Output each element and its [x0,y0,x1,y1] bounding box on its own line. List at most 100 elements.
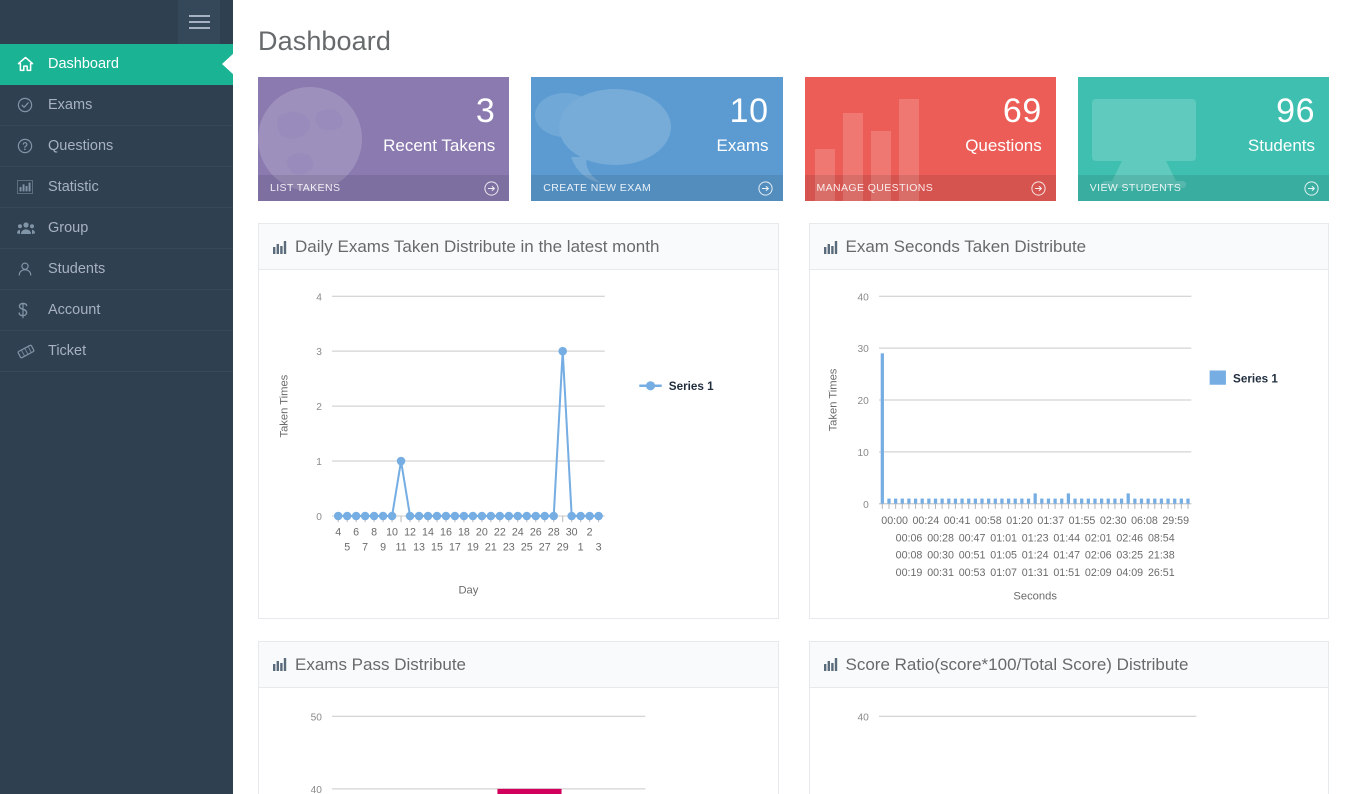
card-figures: 96 Students [1248,94,1315,154]
sidebar-item-statistic[interactable]: Statistic [0,167,233,208]
svg-text:01:05: 01:05 [990,550,1017,562]
svg-text:01:24: 01:24 [1021,550,1048,562]
card-action-bar[interactable]: LIST TAKENS [258,175,510,201]
panel-body: 304050Times [259,688,778,794]
svg-text:02:46: 02:46 [1116,532,1143,544]
sidebar-item-ticket[interactable]: Ticket [0,331,233,372]
stat-card-exams[interactable]: 10 Exams CREATE NEW EXAM [531,77,783,201]
daily-exams-plot: 0123445678910111213141516171819202122232… [278,292,714,596]
panel-header: Daily Exams Taken Distribute in the late… [259,224,778,270]
svg-text:7: 7 [362,542,368,554]
dollar-icon [17,302,43,319]
sidebar-item-questions[interactable]: Questions [0,126,233,167]
svg-text:50: 50 [311,712,323,723]
svg-text:06:08: 06:08 [1131,515,1158,527]
svg-text:00:58: 00:58 [974,515,1001,527]
bar-chart-icon [823,240,838,254]
card-action-bar[interactable]: MANAGE QUESTIONS [804,175,1056,201]
stat-cards-row: 3 Recent Takens LIST TAKENS 10 Exams CREATE N… [258,77,1329,201]
svg-text:10: 10 [857,448,869,459]
svg-text:24: 24 [512,526,524,538]
svg-text:0: 0 [863,500,869,511]
sidebar: Dashboard Exams Questions Statistic Group Stu… [0,0,233,794]
svg-text:01:07: 01:07 [990,567,1017,579]
sidebar-item-exams[interactable]: Exams [0,85,233,126]
svg-text:01:37: 01:37 [1037,515,1064,527]
svg-text:3: 3 [596,542,602,554]
card-action-label: MANAGE QUESTIONS [816,182,934,194]
svg-text:12: 12 [404,526,416,538]
arrow-circle-right-icon[interactable] [1031,180,1046,196]
svg-text:16: 16 [440,526,452,538]
svg-text:02:01: 02:01 [1084,532,1111,544]
panel-daily-exams: Daily Exams Taken Distribute in the late… [258,223,779,619]
svg-text:20: 20 [857,396,869,407]
svg-text:01:23: 01:23 [1021,532,1048,544]
card-action-bar[interactable]: VIEW STUDENTS [1077,175,1329,201]
card-action-bar[interactable]: CREATE NEW EXAM [531,175,783,201]
svg-text:08:54: 08:54 [1147,532,1174,544]
card-value: 69 [1002,92,1042,130]
stat-card-students[interactable]: 96 Students VIEW STUDENTS [1077,77,1329,201]
chart-daily-exams[interactable]: 0 1 2 3 4 4 5 6 7 8 9 10 11 12 13 14 15 16 17 18 19 20 21 22 23 2… [269,282,768,608]
card-figures: 69 Questions [965,94,1042,154]
chart-exams-pass[interactable]: 304050Times [269,700,768,794]
svg-text:40: 40 [857,292,869,303]
sidebar-item-dashboard[interactable]: Dashboard [0,44,233,85]
svg-text:4: 4 [335,526,341,538]
svg-text:21: 21 [485,542,497,554]
chart-score-ratio[interactable]: 3040Times [820,700,1319,794]
svg-text:26: 26 [530,526,542,538]
sidebar-item-label: Account [48,302,101,318]
hamburger-icon[interactable] [178,0,220,44]
arrow-circle-right-icon[interactable] [484,180,499,196]
sidebar-item-group[interactable]: Group [0,208,233,249]
panel-body: 0 1 2 3 4 4 5 6 7 8 9 10 11 12 13 14 15 16 17 18 19 20 21 22 23 2… [259,270,778,618]
page-title: Dashboard [258,26,391,56]
sidebar-item-students[interactable]: Students [0,249,233,290]
svg-text:27: 27 [539,542,551,554]
check-circle-icon [17,97,43,113]
question-circle-icon [17,138,43,154]
sidebar-item-label: Group [48,220,89,236]
svg-text:00:24: 00:24 [912,515,939,527]
chart-exam-seconds[interactable]: 0 10 20 30 40 00:00 00:24 00:41 00:58 01:20 01:37 0… [820,282,1319,608]
svg-text:Seconds: Seconds [1013,590,1057,602]
panel-title: Exam Seconds Taken Distribute [845,237,1087,256]
home-icon [17,56,43,72]
bar-chart-icon [17,180,43,194]
svg-text:01:01: 01:01 [990,532,1017,544]
svg-text:00:00: 00:00 [881,515,908,527]
svg-text:01:31: 01:31 [1021,567,1048,579]
svg-text:01:47: 01:47 [1053,550,1080,562]
sidebar-item-account[interactable]: Account [0,290,233,331]
svg-text:40: 40 [311,784,323,794]
stat-card-questions[interactable]: 69 Questions MANAGE QUESTIONS [804,77,1056,201]
score-ratio-plot: 3040Times [857,712,1196,723]
stat-card-recent-takens[interactable]: 3 Recent Takens LIST TAKENS [258,77,510,201]
bar-chart-icon [823,658,838,672]
svg-text:Series 1: Series 1 [1233,373,1278,386]
svg-text:10: 10 [386,526,398,538]
svg-text:00:08: 00:08 [895,550,922,562]
card-value: 96 [1276,92,1315,130]
svg-text:Taken Times: Taken Times [827,368,839,431]
sidebar-top-bar [0,0,233,44]
svg-text:18: 18 [458,526,470,538]
user-icon [17,261,43,277]
svg-text:6: 6 [353,526,359,538]
panel-exams-pass: Exams Pass Distribute 304050Times [258,640,779,794]
panel-header: Exams Pass Distribute [259,641,778,688]
svg-text:02:06: 02:06 [1084,550,1111,562]
arrow-circle-right-icon[interactable] [1304,180,1319,196]
svg-text:8: 8 [371,526,377,538]
svg-text:00:28: 00:28 [927,532,954,544]
svg-text:01:44: 01:44 [1053,532,1080,544]
svg-text:0: 0 [316,512,322,523]
arrow-circle-right-icon[interactable] [757,180,773,196]
svg-text:23: 23 [503,542,515,554]
panel-exam-seconds: Exam Seconds Taken Distribute 0 10 20 30 40 0… [808,223,1329,619]
sidebar-item-label: Questions [48,138,114,154]
panel-body: 3040Times [810,688,1329,794]
card-value: 10 [729,92,769,130]
